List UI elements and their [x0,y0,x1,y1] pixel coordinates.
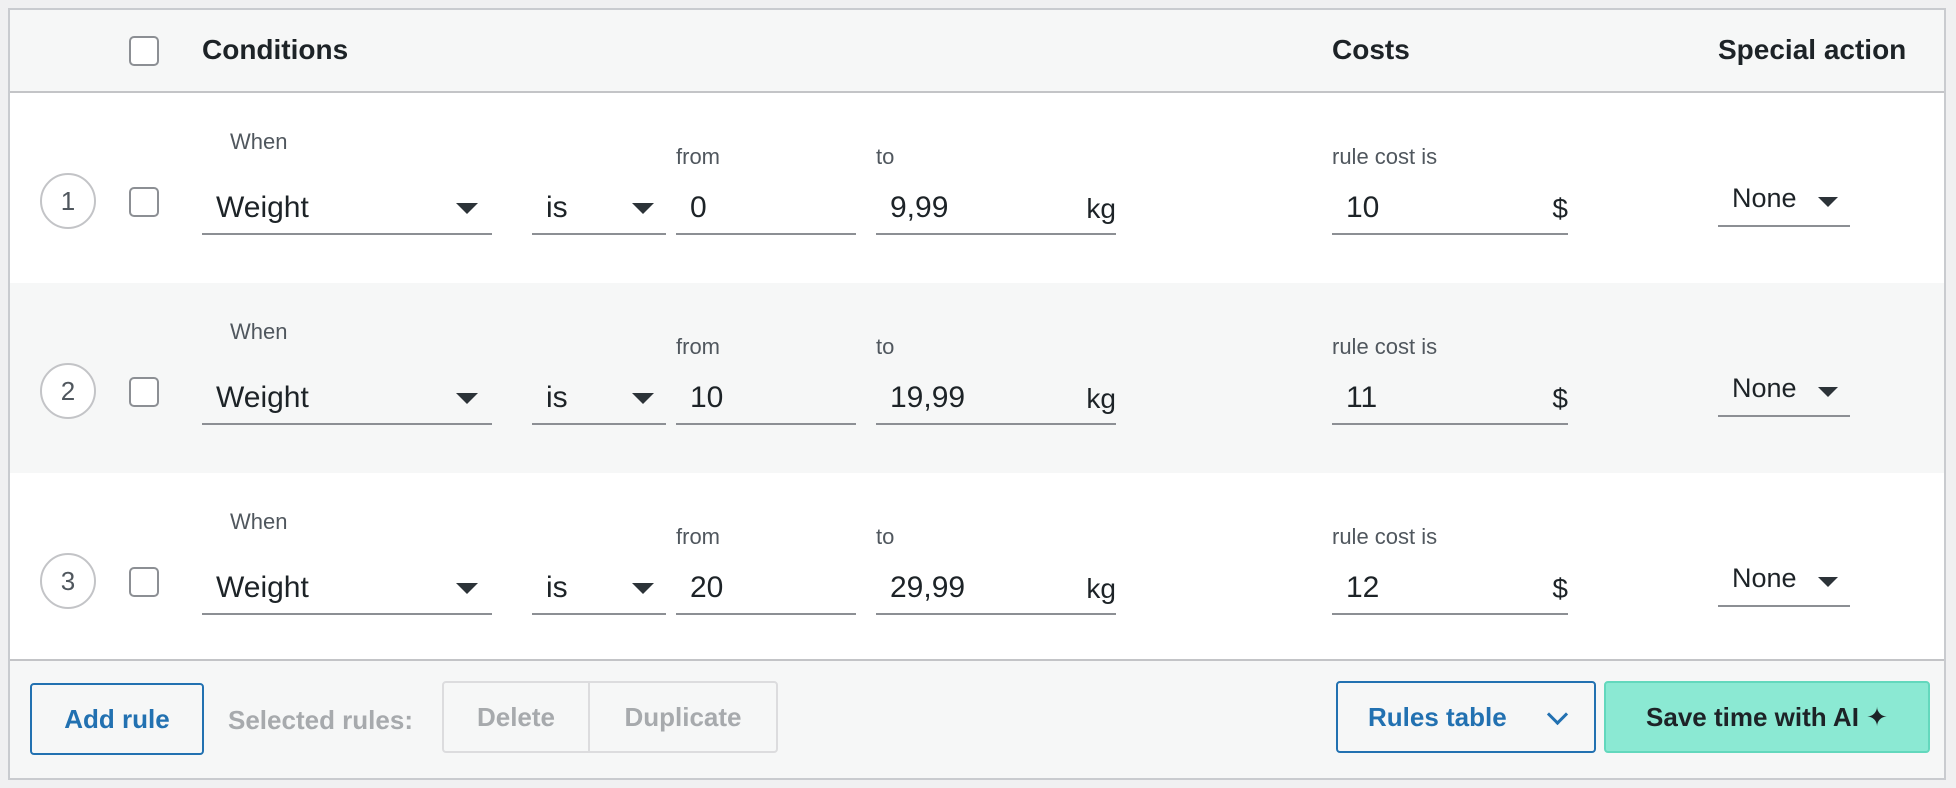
when-label: When [230,129,288,154]
condition-value: Weight [216,381,309,414]
selected-rules-label: Selected rules: [228,705,413,735]
from-value: 10 [690,381,724,414]
rule-cost-label: rule cost is [1332,524,1438,549]
when-label: When [230,509,288,534]
to-value: 19,99 [890,381,966,414]
operator-value: is [546,571,568,604]
chevron-down-icon [632,203,654,214]
rule-number: 1 [40,173,96,229]
unit-label: kg [1086,573,1116,604]
special-action-select[interactable]: None [1718,175,1850,227]
rules-table: Conditions Costs Special action 1 When W… [8,8,1946,780]
from-input[interactable]: 10 [676,375,856,425]
select-all-checkbox[interactable] [129,36,159,66]
condition-value: Weight [216,571,309,604]
cost-input[interactable]: 10 $ [1332,185,1568,235]
rule-number: 3 [40,553,96,609]
rule-checkbox[interactable] [129,567,159,597]
to-input[interactable]: 9,99 kg [876,185,1116,235]
operator-select[interactable]: is [532,565,666,615]
currency-label: $ [1552,193,1568,224]
rule-row: 3 When Weight is from 20 to 29,99 kg rul… [10,473,1944,663]
rules-table-dropdown[interactable]: Rules table [1336,681,1596,753]
add-rule-button[interactable]: Add rule [30,683,204,755]
condition-select[interactable]: Weight [202,185,492,235]
condition-select[interactable]: Weight [202,565,492,615]
rule-checkbox[interactable] [129,187,159,217]
cost-value: 10 [1346,191,1380,224]
to-value: 9,99 [890,191,949,224]
to-label: to [876,144,895,169]
table-header: Conditions Costs Special action [10,10,1944,93]
chevron-down-icon [456,393,478,404]
special-action-value: None [1732,183,1797,213]
cost-input[interactable]: 11 $ [1332,375,1568,425]
chevron-down-icon [632,583,654,594]
currency-label: $ [1552,573,1568,604]
chevron-down-icon [456,583,478,594]
from-value: 0 [690,191,707,224]
to-label: to [876,334,895,359]
chevron-down-icon [1818,197,1838,207]
to-value: 29,99 [890,571,966,604]
delete-button[interactable]: Delete [442,681,590,753]
rules-table-label: Rules table [1368,702,1507,732]
special-action-select[interactable]: None [1718,365,1850,417]
header-conditions: Conditions [202,34,349,65]
header-costs: Costs [1332,34,1410,65]
header-special-action: Special action [1718,34,1907,65]
cost-input[interactable]: 12 $ [1332,565,1568,615]
unit-label: kg [1086,193,1116,224]
rule-cost-label: rule cost is [1332,334,1438,359]
from-label: from [676,144,720,169]
to-input[interactable]: 19,99 kg [876,375,1116,425]
currency-label: $ [1552,383,1568,414]
cost-value: 12 [1346,571,1380,604]
special-action-value: None [1732,563,1797,593]
unit-label: kg [1086,383,1116,414]
special-action-select[interactable]: None [1718,555,1850,607]
operator-value: is [546,191,568,224]
to-label: to [876,524,895,549]
to-input[interactable]: 29,99 kg [876,565,1116,615]
from-label: from [676,524,720,549]
rule-row: 2 When Weight is from 10 to 19,99 kg rul… [10,283,1944,473]
special-action-value: None [1732,373,1797,403]
from-label: from [676,334,720,359]
from-value: 20 [690,571,724,604]
duplicate-button[interactable]: Duplicate [588,681,778,753]
rule-checkbox[interactable] [129,377,159,407]
condition-value: Weight [216,191,309,224]
cost-value: 11 [1346,381,1378,414]
chevron-down-icon [1546,703,1569,726]
chevron-down-icon [1818,387,1838,397]
table-footer: Add rule Selected rules: Delete Duplicat… [10,659,1944,778]
operator-select[interactable]: is [532,185,666,235]
from-input[interactable]: 0 [676,185,856,235]
rule-cost-label: rule cost is [1332,144,1438,169]
operator-select[interactable]: is [532,375,666,425]
rule-row: 1 When Weight is from 0 to 9,99 kg rule … [10,93,1944,283]
chevron-down-icon [632,393,654,404]
chevron-down-icon [456,203,478,214]
save-time-with-ai-button[interactable]: Save time with AI ✦ [1604,681,1930,753]
from-input[interactable]: 20 [676,565,856,615]
when-label: When [230,319,288,344]
rule-number: 2 [40,363,96,419]
operator-value: is [546,381,568,414]
chevron-down-icon [1818,577,1838,587]
condition-select[interactable]: Weight [202,375,492,425]
